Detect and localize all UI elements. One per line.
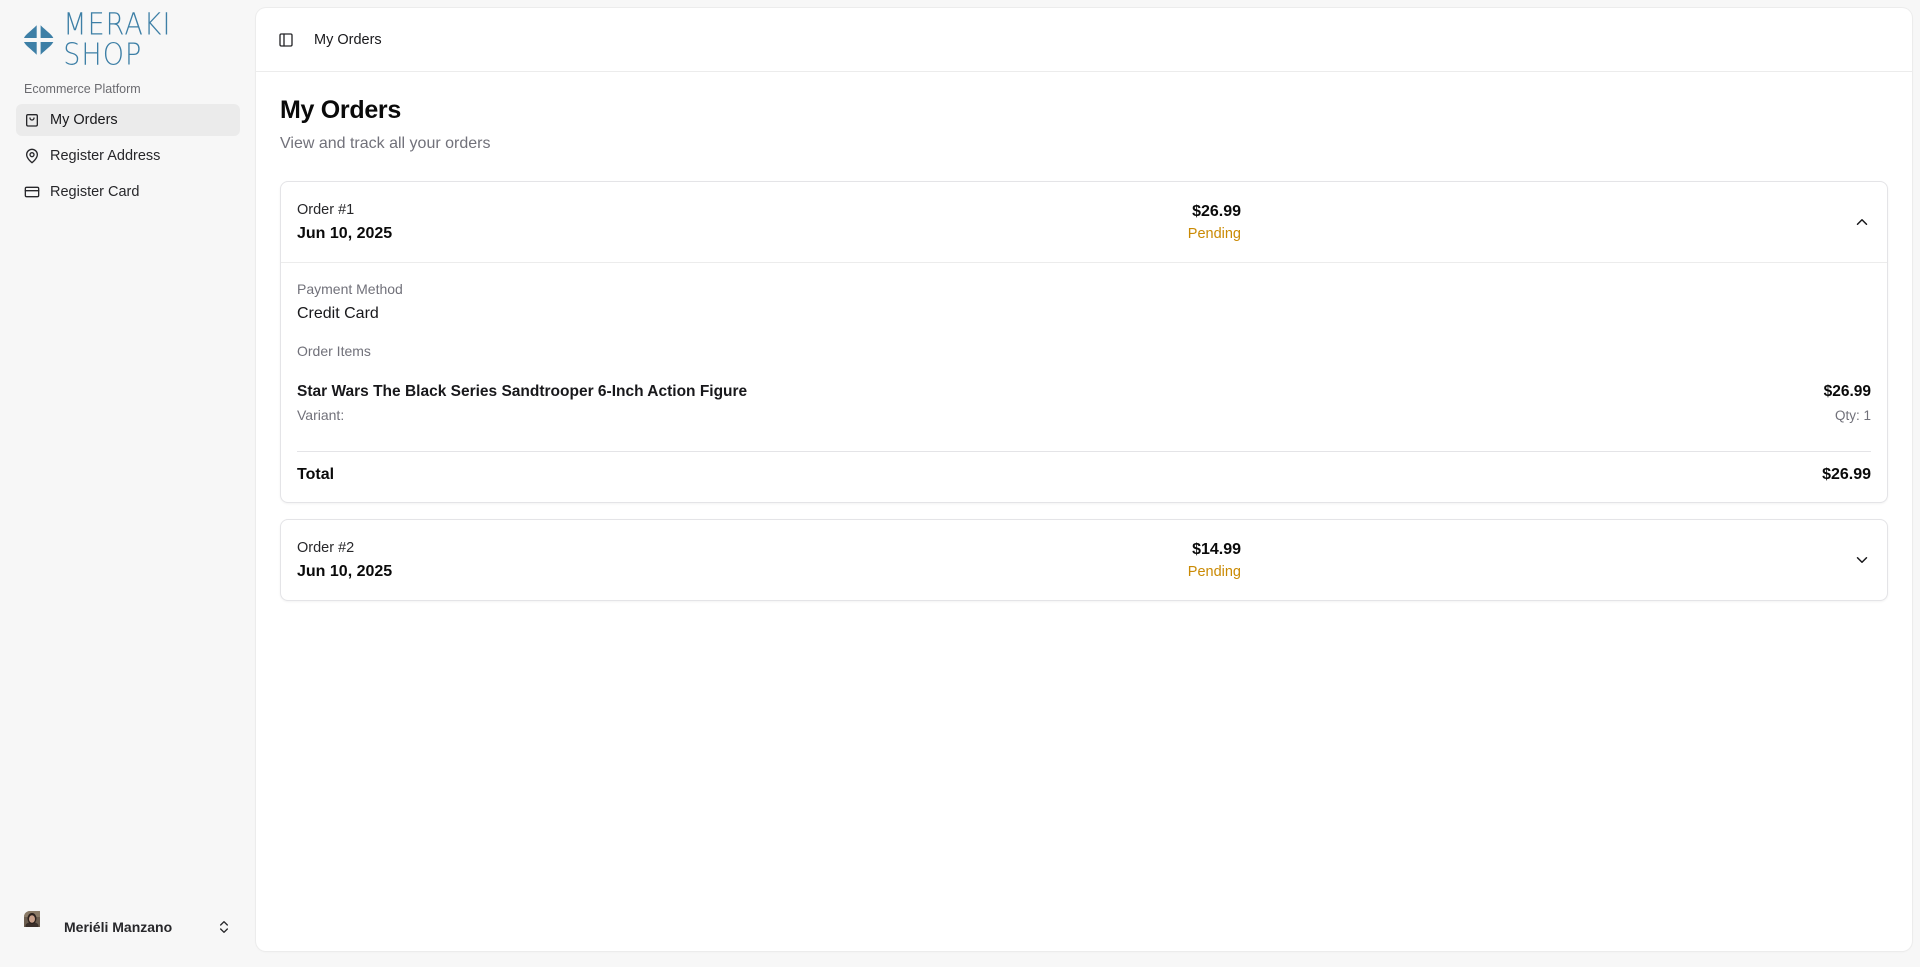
- sidebar-item-my-orders[interactable]: My Orders: [16, 104, 240, 136]
- sidebar-item-label: Register Address: [50, 148, 161, 164]
- sidebar: MERAKI SHOP Ecommerce Platform My Orders…: [0, 0, 256, 967]
- order-details: Payment Method Credit Card Order Items S…: [281, 262, 1887, 502]
- chevron-down-icon[interactable]: [1853, 551, 1871, 569]
- order-header[interactable]: Order #2 Jun 10, 2025 $14.99 Pending: [281, 520, 1887, 600]
- order-items-label: Order Items: [297, 343, 371, 359]
- order-card: Order #1 Jun 10, 2025 $26.99 Pending Pay…: [280, 181, 1888, 503]
- brand-name: MERAKI SHOP: [63, 7, 172, 73]
- avatar: [24, 911, 56, 943]
- payment-method-label: Payment Method: [297, 281, 403, 297]
- page-subtitle: View and track all your orders: [280, 135, 491, 152]
- order-amount: $26.99: [1192, 202, 1241, 220]
- page-title: My Orders: [280, 96, 401, 124]
- app-shell: MERAKI SHOP Ecommerce Platform My Orders…: [0, 0, 1920, 967]
- divider: [297, 451, 1871, 452]
- item-price: $26.99: [1823, 383, 1871, 400]
- sidebar-item-label: My Orders: [50, 112, 118, 128]
- status-badge: Pending: [1187, 225, 1241, 242]
- order-info: Order #1 Jun 10, 2025: [297, 202, 597, 243]
- order-date: Jun 10, 2025: [297, 562, 393, 580]
- status-badge: Pending: [1187, 563, 1241, 580]
- meraki-logo-icon: [23, 25, 54, 55]
- total-label: Total: [297, 466, 335, 483]
- chevrons-up-down-icon: [220, 921, 228, 933]
- payment-method-value: Credit Card: [297, 305, 379, 322]
- item-variant: Variant:: [297, 407, 345, 423]
- order-card: Order #2 Jun 10, 2025 $14.99 Pending: [280, 519, 1888, 601]
- credit-card-icon: [24, 186, 40, 198]
- item-name: Star Wars The Black Series Sandtrooper 6…: [297, 383, 748, 400]
- top-bar: My Orders: [256, 8, 1912, 72]
- order-header[interactable]: Order #1 Jun 10, 2025 $26.99 Pending: [281, 182, 1887, 262]
- sidebar-nav: My Orders Register Address Register Card: [16, 104, 240, 212]
- map-pin-icon: [26, 148, 38, 164]
- order-item-row: Star Wars The Black Series Sandtrooper 6…: [297, 383, 1871, 423]
- order-number: Order #2: [297, 539, 355, 556]
- user-menu-button[interactable]: Meriéli Manzano: [16, 905, 240, 949]
- user-name: Meriéli Manzano: [64, 919, 173, 935]
- order-item-info: Star Wars The Black Series Sandtrooper 6…: [297, 383, 747, 423]
- sidebar-toggle-button[interactable]: [272, 26, 300, 54]
- sidebar-group-label: Ecommerce Platform: [24, 82, 141, 96]
- order-list: Order #1 Jun 10, 2025 $26.99 Pending Pay…: [280, 181, 1888, 601]
- order-amount: $14.99: [1192, 540, 1241, 558]
- order-item-pricing: $26.99 Qty: 1: [1824, 383, 1871, 423]
- main-panel: My Orders My Orders View and track all y…: [256, 8, 1912, 951]
- page-content: My Orders View and track all your orders…: [256, 72, 1912, 601]
- item-quantity: Qty: 1: [1834, 408, 1871, 423]
- shopping-bag-icon: [26, 114, 38, 127]
- order-date: Jun 10, 2025: [297, 224, 393, 242]
- order-summary: $26.99 Pending: [1081, 203, 1241, 242]
- chevron-up-icon[interactable]: [1853, 213, 1871, 231]
- breadcrumb: My Orders: [314, 31, 382, 48]
- sidebar-item-register-address[interactable]: Register Address: [16, 140, 240, 172]
- order-summary: $14.99 Pending: [1081, 541, 1241, 580]
- sidebar-toggle-icon: [279, 32, 293, 47]
- order-number: Order #1: [297, 201, 355, 218]
- sidebar-item-register-card[interactable]: Register Card: [16, 176, 240, 208]
- total-value: $26.99: [1822, 466, 1871, 483]
- order-total-row: Total $26.99: [297, 466, 1871, 484]
- order-info: Order #2 Jun 10, 2025: [297, 540, 597, 581]
- brand-logo[interactable]: MERAKI SHOP: [22, 10, 256, 70]
- sidebar-item-label: Register Card: [50, 184, 140, 200]
